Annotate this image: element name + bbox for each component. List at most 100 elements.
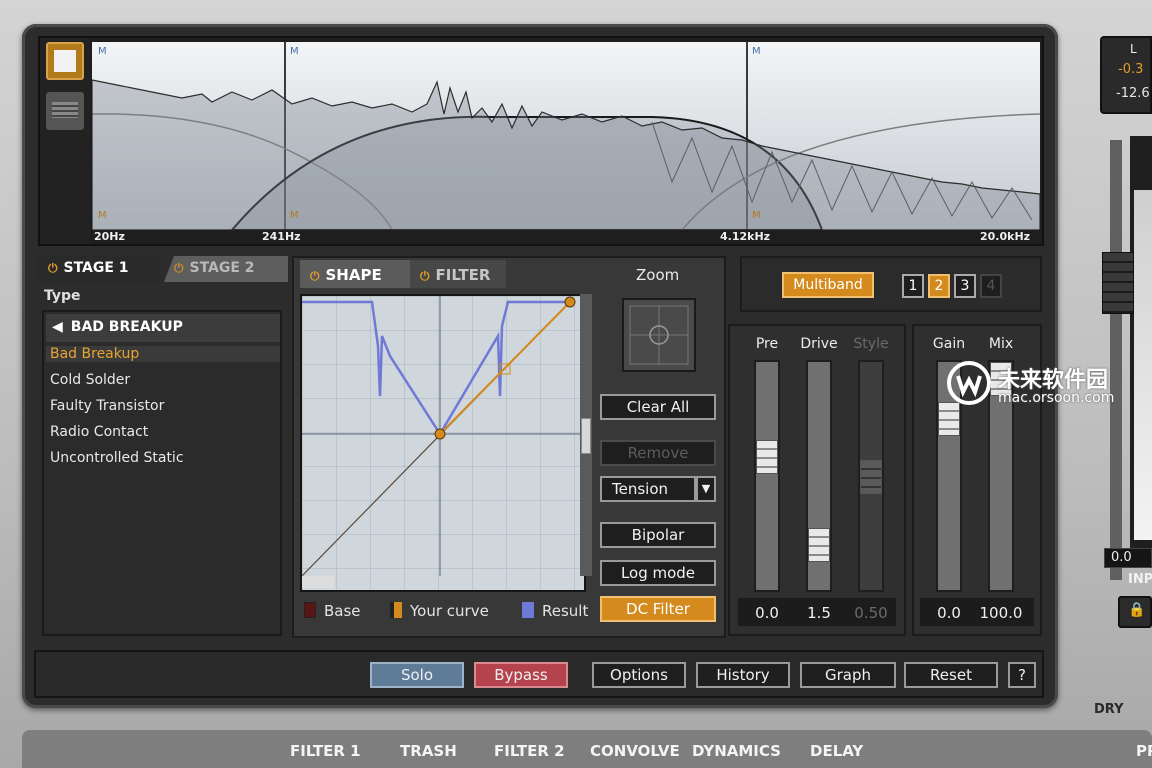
band-marker-3[interactable]: M <box>752 46 761 57</box>
gain-value[interactable]: 0.0 <box>924 604 974 622</box>
drive-label: Drive <box>800 336 838 352</box>
band-2-button[interactable]: 2 <box>928 274 950 298</box>
zoom-navigator[interactable] <box>622 298 696 372</box>
pre-slider-handle[interactable] <box>756 440 778 474</box>
band-marker-2[interactable]: M <box>290 46 299 57</box>
mix-label: Mix <box>988 336 1014 352</box>
options-button[interactable]: Options <box>592 662 686 688</box>
module-strip <box>22 730 1152 768</box>
tab-shape[interactable]: ⏻ SHAPE <box>300 260 410 288</box>
type-item-faulty-transistor[interactable]: Faulty Transistor <box>50 398 164 414</box>
band-solo-marker-3[interactable]: M <box>752 210 761 221</box>
drive-slider-handle[interactable] <box>808 528 830 562</box>
band-solo-marker-1[interactable]: M <box>98 210 107 221</box>
band-1-button[interactable]: 1 <box>902 274 924 298</box>
lock-button[interactable]: 🔒 <box>1118 596 1152 628</box>
gain-slider-handle[interactable] <box>938 402 960 436</box>
reset-button[interactable]: Reset <box>904 662 998 688</box>
freq-label-241hz: 241Hz <box>262 230 301 243</box>
tab-shape-label: SHAPE <box>325 266 382 284</box>
watermark-logo-icon <box>946 360 992 406</box>
module-dynamics[interactable]: DYNAMICS <box>692 742 781 760</box>
watermark-url: mac.orsoon.com <box>998 390 1115 406</box>
legend-your-curve: Your curve <box>390 602 489 620</box>
band-4-button[interactable]: 4 <box>980 274 1002 298</box>
shape-panel: ⏻ SHAPE ⏻ FILTER Zoom Clear All Remove T… <box>292 256 726 638</box>
history-button[interactable]: History <box>696 662 790 688</box>
type-list: ◀ BAD BREAKUP Bad Breakup Cold Solder Fau… <box>42 310 282 636</box>
legend-swatch-your-curve <box>390 602 402 618</box>
type-category-label: BAD BREAKUP <box>70 319 183 335</box>
curve-node-1[interactable] <box>434 428 446 440</box>
remove-button[interactable]: Remove <box>600 440 716 466</box>
band-marker-1[interactable]: M <box>98 46 107 57</box>
meter-peak-value[interactable]: -0.3 <box>1118 62 1143 77</box>
curve-node-2[interactable] <box>564 296 576 308</box>
type-category-header[interactable]: ◀ BAD BREAKUP <box>46 314 280 342</box>
shape-horizontal-scroll-thumb[interactable] <box>302 576 334 588</box>
module-trash[interactable]: TRASH <box>400 742 457 760</box>
tab-stage-1[interactable]: ⏻ STAGE 1 <box>38 256 160 282</box>
spectrum-plot[interactable]: M M M M M M <box>92 42 1040 230</box>
input-fader-handle[interactable] <box>1102 252 1134 314</box>
multiband-button[interactable]: Multiband <box>782 272 874 298</box>
legend-label-your-curve: Your curve <box>410 602 489 620</box>
stage-view-button[interactable] <box>46 42 84 80</box>
input-fader-track[interactable] <box>1110 140 1122 580</box>
spectrum-analyzer[interactable]: M M M M M M 20Hz 241Hz 4.12kHz 20.0kHz <box>38 36 1044 246</box>
tab-filter[interactable]: ⏻ FILTER <box>410 260 506 288</box>
type-item-uncontrolled-static[interactable]: Uncontrolled Static <box>50 450 184 466</box>
back-arrow-icon[interactable]: ◀ <box>52 319 63 335</box>
legend-label-base: Base <box>324 602 361 620</box>
graph-button[interactable]: Graph <box>800 662 896 688</box>
tab-filter-label: FILTER <box>435 266 491 284</box>
module-filter-2[interactable]: FILTER 2 <box>494 742 565 760</box>
module-delay[interactable]: DELAY <box>810 742 863 760</box>
drive-value[interactable]: 1.5 <box>794 604 844 622</box>
band-solo-marker-2[interactable]: M <box>290 210 299 221</box>
module-convolve[interactable]: CONVOLVE <box>590 742 680 760</box>
dc-filter-button[interactable]: DC Filter <box>600 596 716 622</box>
zoom-crosshair-icon <box>629 305 689 365</box>
input-gain-readout[interactable]: 0.0 <box>1104 548 1152 568</box>
mix-value[interactable]: 100.0 <box>976 604 1026 622</box>
shape-grid <box>302 296 584 590</box>
dry-label: DRY <box>1094 702 1124 717</box>
spectrum-trace <box>92 79 1040 230</box>
lock-icon: 🔒 <box>1128 602 1146 618</box>
type-item-bad-breakup[interactable]: Bad Breakup <box>46 346 280 362</box>
style-value[interactable]: 0.50 <box>846 604 896 622</box>
shape-vertical-scroll-thumb[interactable] <box>581 418 591 454</box>
help-button[interactable]: ? <box>1008 662 1036 688</box>
power-icon[interactable]: ⏻ <box>420 269 430 283</box>
level-meter-fill <box>1134 190 1152 540</box>
type-item-cold-solder[interactable]: Cold Solder <box>50 372 130 388</box>
tension-dropdown[interactable]: Tension <box>600 476 696 502</box>
multiband-panel: Multiband 1 2 3 4 <box>740 256 1042 312</box>
module-filter-1[interactable]: FILTER 1 <box>290 742 361 760</box>
solo-button[interactable]: Solo <box>370 662 464 688</box>
pre-value[interactable]: 0.0 <box>742 604 792 622</box>
tab-stage-1-label: STAGE 1 <box>63 260 129 276</box>
bypass-button[interactable]: Bypass <box>474 662 568 688</box>
tab-stage-2-label: STAGE 2 <box>189 260 255 276</box>
bipolar-button[interactable]: Bipolar <box>600 522 716 548</box>
log-mode-button[interactable]: Log mode <box>600 560 716 586</box>
style-slider-handle[interactable] <box>860 460 882 494</box>
pre-slider[interactable] <box>754 360 780 592</box>
band-3-button[interactable]: 3 <box>954 274 976 298</box>
spectrum-view-button[interactable] <box>46 92 84 130</box>
power-icon[interactable]: ⏻ <box>174 261 184 275</box>
power-icon[interactable]: ⏻ <box>48 261 58 275</box>
tension-dropdown-arrow-icon[interactable]: ▼ <box>696 476 716 502</box>
bottom-bar: Solo Bypass Options History Graph Reset … <box>34 650 1044 698</box>
tab-stage-2[interactable]: ⏻ STAGE 2 <box>164 256 288 282</box>
legend-result: Result <box>522 602 588 620</box>
shape-curve-editor[interactable] <box>300 294 586 592</box>
type-item-radio-contact[interactable]: Radio Contact <box>50 424 148 440</box>
type-label: Type <box>44 288 81 304</box>
style-slider[interactable] <box>858 360 884 592</box>
clear-all-button[interactable]: Clear All <box>600 394 716 420</box>
power-icon[interactable]: ⏻ <box>310 269 320 283</box>
drive-slider[interactable] <box>806 360 832 592</box>
